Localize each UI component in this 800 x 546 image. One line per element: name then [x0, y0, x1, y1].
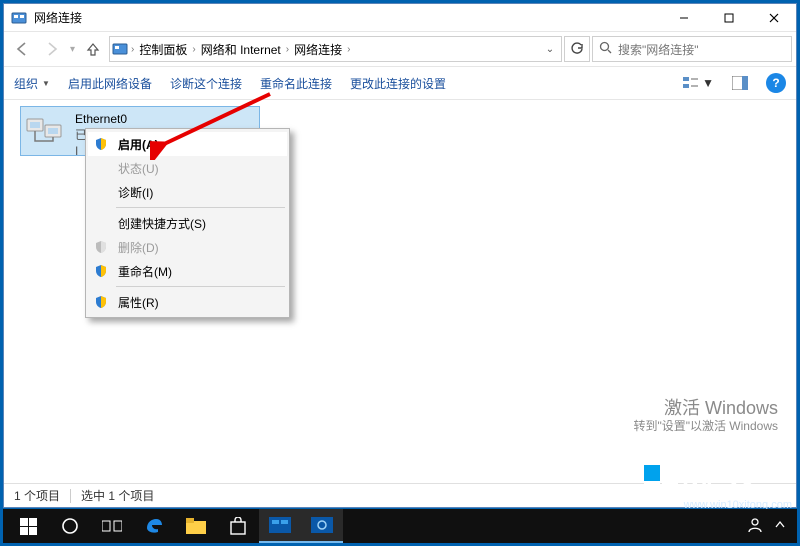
- win10-logo-icon: [644, 465, 678, 499]
- command-toolbar: 组织▼ 启用此网络设备 诊断这个连接 重命名此连接 更改此连接的设置 ▼ ?: [4, 66, 796, 100]
- shield-icon: [94, 264, 108, 278]
- back-button[interactable]: [8, 36, 36, 62]
- rename-button[interactable]: 重命名此连接: [260, 75, 332, 92]
- location-icon: [112, 41, 128, 57]
- watermark-title: 激活 Windows: [633, 399, 778, 417]
- organize-button[interactable]: 组织▼: [14, 75, 50, 92]
- adapter-name: Ethernet0: [75, 111, 127, 127]
- context-menu: 启用(A) 状态(U) 诊断(I) 创建快捷方式(S) 删除(D) 重命名(M)…: [85, 128, 290, 318]
- maximize-button[interactable]: [706, 4, 751, 31]
- enable-device-button[interactable]: 启用此网络设备: [68, 75, 152, 92]
- chevron-down-icon: ▼: [702, 76, 714, 90]
- minimize-button[interactable]: [661, 4, 706, 31]
- diagnose-button[interactable]: 诊断这个连接: [170, 75, 242, 92]
- menu-rename[interactable]: 重命名(M): [88, 259, 287, 283]
- chevron-down-icon: ▼: [42, 79, 50, 88]
- search-input[interactable]: 搜索"网络连接": [592, 36, 792, 62]
- shield-icon: [94, 240, 108, 254]
- window-controls: [661, 4, 796, 31]
- close-button[interactable]: [751, 4, 796, 31]
- up-button[interactable]: [79, 36, 107, 62]
- change-settings-button[interactable]: 更改此连接的设置: [350, 75, 446, 92]
- shield-icon: [94, 295, 108, 309]
- preview-pane-button[interactable]: [732, 76, 748, 90]
- search-placeholder: 搜索"网络连接": [618, 41, 699, 58]
- tray-people-icon[interactable]: [747, 517, 763, 536]
- taskbar: [3, 509, 797, 543]
- divider: [70, 489, 71, 503]
- help-button[interactable]: ?: [766, 73, 786, 93]
- breadcrumb-bar[interactable]: › 控制面板 › 网络和 Internet › 网络连接 › ⌄: [109, 36, 562, 62]
- file-explorer-button[interactable]: [175, 509, 217, 543]
- breadcrumb-item[interactable]: 网络和 Internet: [197, 41, 285, 58]
- menu-status: 状态(U): [88, 156, 287, 180]
- search-icon: [599, 41, 612, 57]
- breadcrumb-item[interactable]: 控制面板: [135, 41, 191, 58]
- chevron-right-icon[interactable]: ›: [346, 44, 351, 55]
- brand-watermark: Win10 之家 www.win10xitong.com: [644, 465, 792, 506]
- menu-delete: 删除(D): [88, 235, 287, 259]
- item-count: 1 个项目: [14, 487, 60, 504]
- menu-enable[interactable]: 启用(A): [88, 132, 287, 156]
- adapter-icon: [25, 111, 67, 151]
- selected-count: 选中 1 个项目: [81, 487, 154, 504]
- app-icon: [10, 9, 28, 27]
- system-tray[interactable]: [747, 517, 793, 536]
- window-title: 网络连接: [34, 9, 661, 26]
- forward-button[interactable]: [38, 36, 66, 62]
- menu-separator: [116, 286, 285, 287]
- activation-watermark: 激活 Windows 转到"设置"以激活 Windows: [633, 399, 778, 435]
- menu-properties[interactable]: 属性(R): [88, 290, 287, 314]
- start-button[interactable]: [7, 509, 49, 543]
- tray-up-icon[interactable]: [775, 519, 785, 533]
- menu-diagnose[interactable]: 诊断(I): [88, 180, 287, 204]
- address-bar-row: ▾ › 控制面板 › 网络和 Internet › 网络连接 › ⌄ 搜索"网络…: [4, 32, 796, 66]
- settings-taskbar-button[interactable]: [301, 509, 343, 543]
- menu-separator: [116, 207, 285, 208]
- control-panel-taskbar-button[interactable]: [259, 509, 301, 543]
- breadcrumb-item[interactable]: 网络连接: [290, 41, 346, 58]
- view-options-button[interactable]: ▼: [683, 76, 714, 90]
- task-view-button[interactable]: [91, 509, 133, 543]
- watermark-subtitle: 转到"设置"以激活 Windows: [633, 417, 778, 435]
- recent-dropdown-icon[interactable]: ▾: [70, 44, 75, 55]
- titlebar: 网络连接: [4, 4, 796, 32]
- store-button[interactable]: [217, 509, 259, 543]
- menu-create-shortcut[interactable]: 创建快捷方式(S): [88, 211, 287, 235]
- cortana-button[interactable]: [49, 509, 91, 543]
- shield-icon: [94, 137, 108, 151]
- edge-button[interactable]: [133, 509, 175, 543]
- refresh-button[interactable]: [564, 36, 590, 62]
- address-dropdown-icon[interactable]: ⌄: [541, 44, 559, 55]
